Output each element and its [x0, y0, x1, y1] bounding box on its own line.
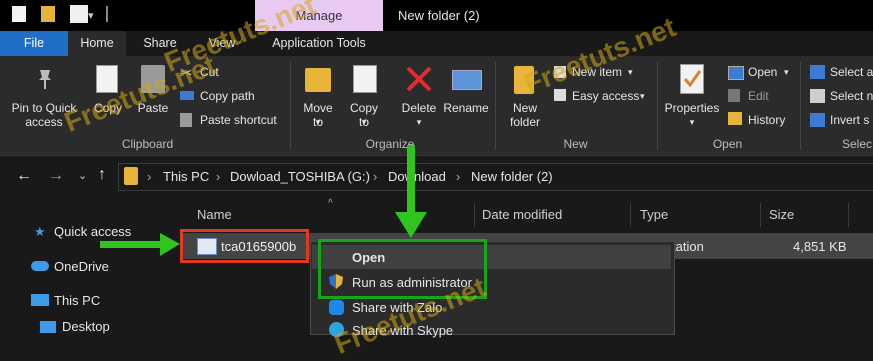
green-arrow-right	[100, 233, 180, 256]
green-arrow-down	[395, 145, 427, 238]
annotation-arrows	[100, 145, 427, 256]
